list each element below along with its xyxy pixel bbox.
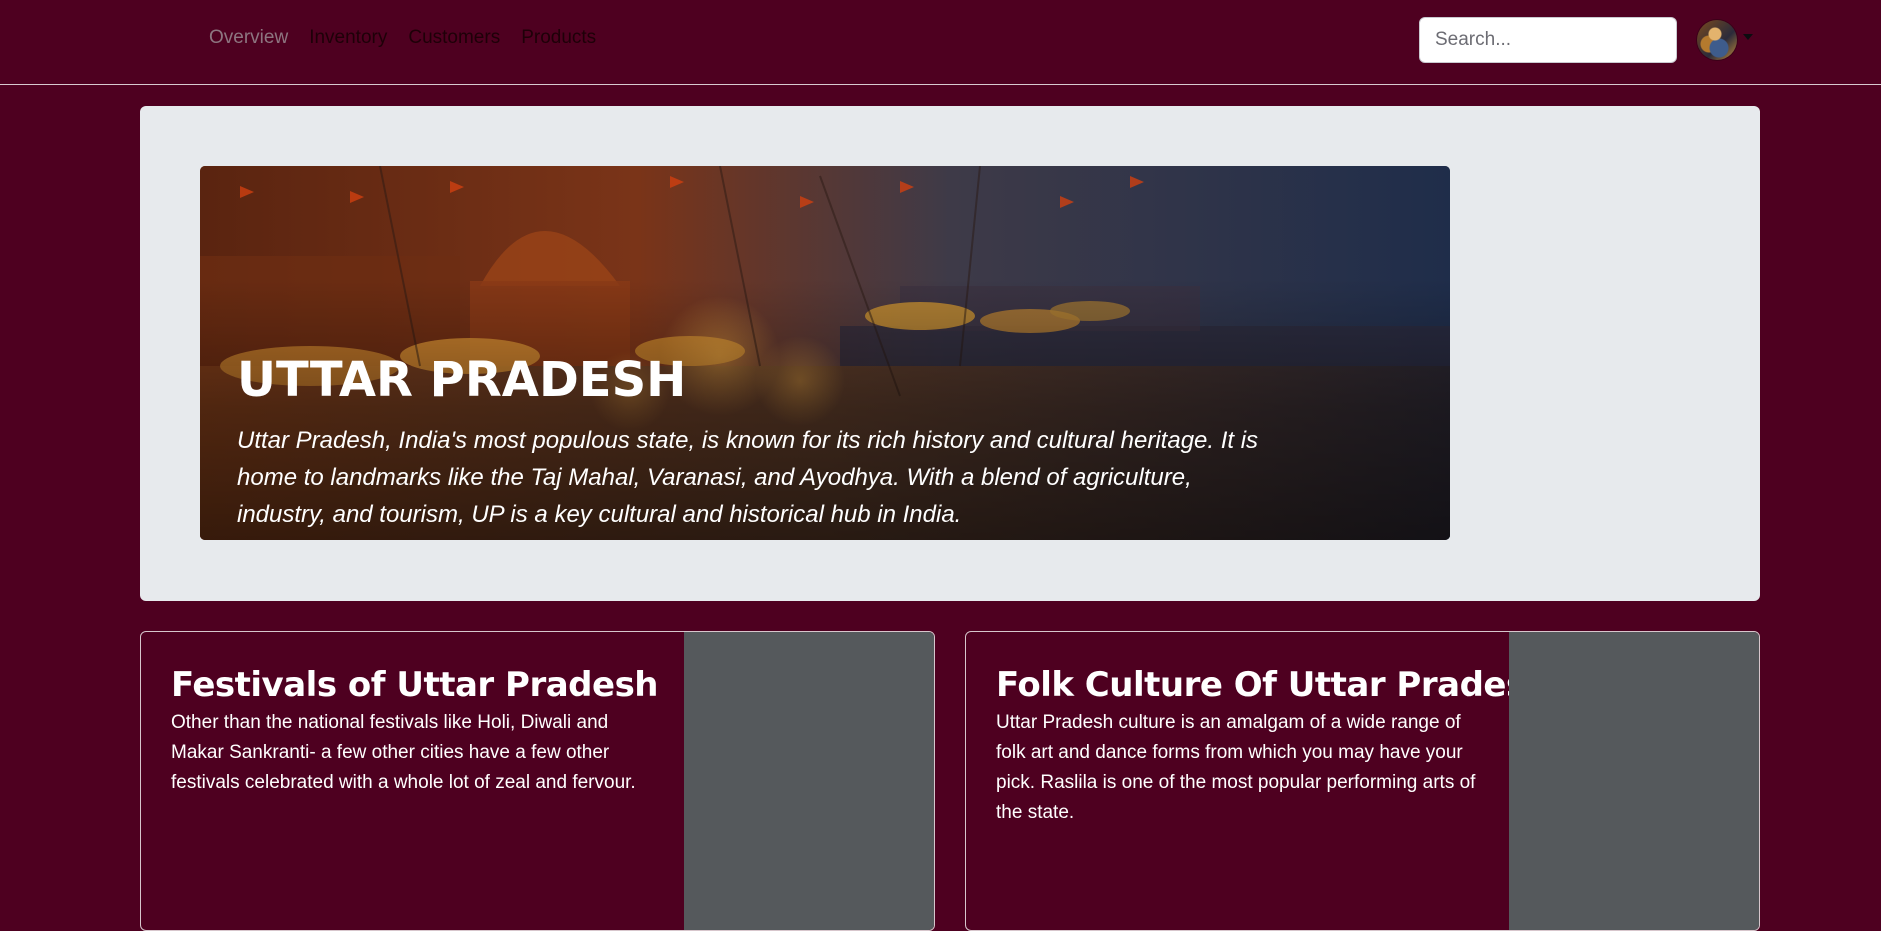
card-image-placeholder — [1509, 632, 1759, 930]
user-menu-toggle[interactable] — [1697, 20, 1753, 60]
user-avatar-icon[interactable] — [1697, 20, 1737, 60]
hero-banner: UTTAR PRADESH Uttar Pradesh, India's mos… — [200, 166, 1450, 540]
search-input[interactable] — [1419, 17, 1677, 63]
card-text: Other than the national festivals like H… — [171, 712, 636, 793]
nav-link-products[interactable]: Products — [521, 27, 596, 49]
nav-link-customers[interactable]: Customers — [408, 27, 500, 49]
top-navbar: Overview Inventory Customers Products — [0, 0, 1881, 85]
hero-title: UTTAR PRADESH — [237, 352, 687, 408]
main-nav: Overview Inventory Customers Products — [209, 27, 596, 49]
festivals-card: Festivals of Uttar Pradesh Other than th… — [140, 631, 935, 931]
nav-link-inventory[interactable]: Inventory — [309, 27, 387, 49]
hero-jumbotron: UTTAR PRADESH Uttar Pradesh, India's mos… — [140, 106, 1760, 601]
card-text: Uttar Pradesh culture is an amalgam of a… — [996, 712, 1476, 823]
folk-culture-card: Folk Culture Of Uttar Pradesh Uttar Prad… — [965, 631, 1760, 931]
hero-description: Uttar Pradesh, India's most populous sta… — [237, 427, 1259, 528]
card-title: Festivals of Uttar Pradesh — [171, 665, 659, 705]
caret-down-icon[interactable] — [1743, 34, 1753, 40]
card-title: Folk Culture Of Uttar Pradesh — [996, 665, 1550, 705]
nav-link-overview[interactable]: Overview — [209, 27, 288, 49]
card-image-placeholder — [684, 632, 934, 930]
